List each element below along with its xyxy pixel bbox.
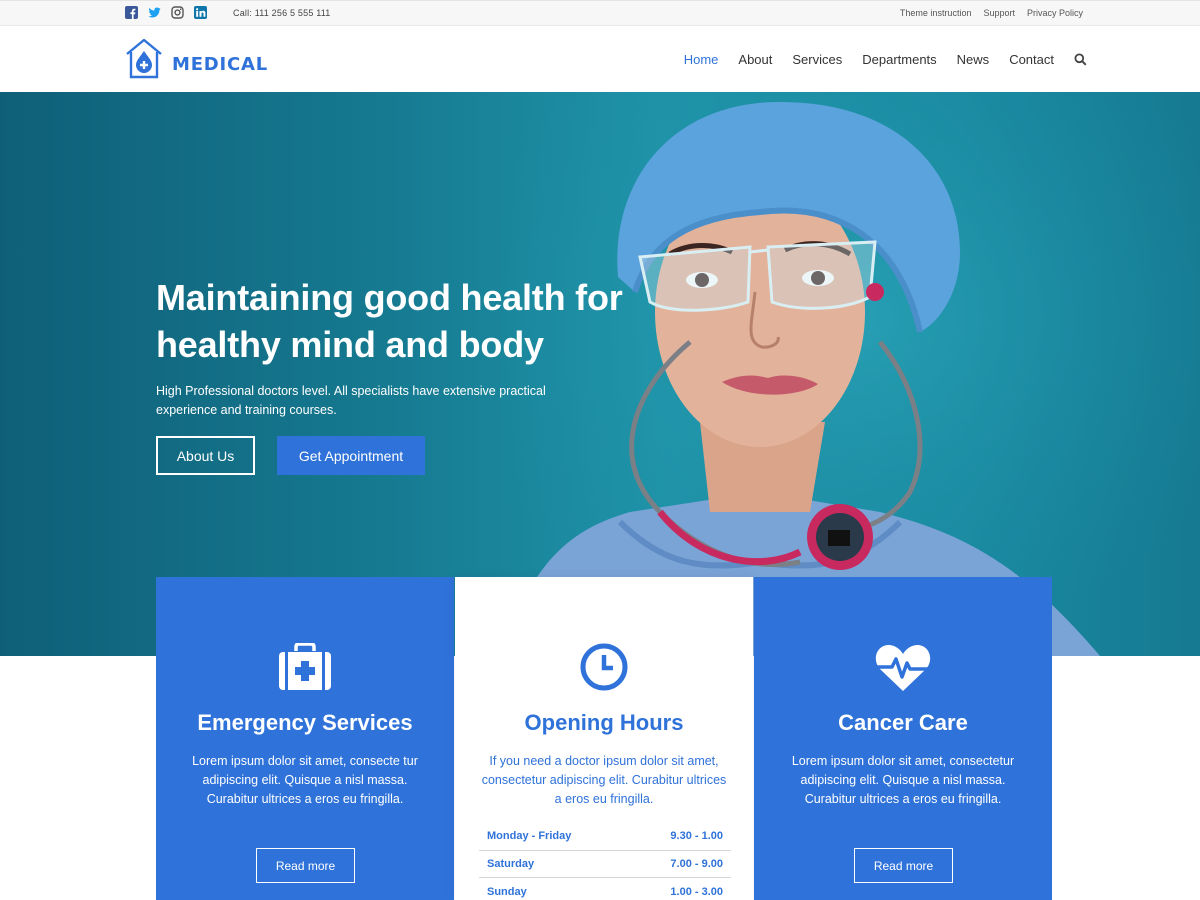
main-nav: Home About Services Departments News Con… bbox=[684, 52, 1087, 67]
doctor-image bbox=[500, 92, 1200, 656]
opening-hours-card: Opening Hours If you need a doctor ipsum… bbox=[455, 577, 753, 900]
medical-house-icon bbox=[126, 38, 162, 79]
hours-day: Sunday bbox=[487, 885, 527, 898]
card-text: If you need a doctor ipsum dolor sit ame… bbox=[481, 754, 727, 806]
search-icon[interactable] bbox=[1074, 53, 1087, 66]
support-link[interactable]: Support bbox=[983, 8, 1015, 18]
twitter-icon[interactable] bbox=[148, 6, 161, 19]
hero-banner: Maintaining good health for healthy mind… bbox=[0, 92, 1200, 656]
hours-time: 1.00 - 3.00 bbox=[670, 885, 723, 898]
nav-home[interactable]: Home bbox=[684, 52, 719, 67]
cancer-care-card: Cancer Care Lorem ipsum dolor sit amet, … bbox=[754, 577, 1052, 900]
about-us-button[interactable]: About Us bbox=[156, 436, 255, 475]
logo-text: MEDICAL bbox=[172, 53, 269, 75]
hours-row: Sunday 1.00 - 3.00 bbox=[479, 878, 731, 900]
first-aid-kit-icon bbox=[279, 643, 331, 690]
site-logo[interactable]: MEDICAL bbox=[124, 37, 268, 79]
read-more-button[interactable]: Read more bbox=[854, 848, 953, 883]
card-title: Emergency Services bbox=[197, 710, 413, 735]
hero-title: Maintaining good health for healthy mind… bbox=[156, 277, 623, 365]
card-text: Lorem ipsum dolor sit amet, consectetur … bbox=[791, 754, 1015, 806]
get-appointment-button[interactable]: Get Appointment bbox=[277, 436, 425, 475]
heartbeat-icon bbox=[875, 645, 931, 691]
nav-contact[interactable]: Contact bbox=[1009, 52, 1054, 67]
card-title: Cancer Care bbox=[838, 710, 968, 735]
nav-departments[interactable]: Departments bbox=[862, 52, 936, 67]
card-title: Opening Hours bbox=[524, 710, 684, 735]
hours-table: Monday - Friday 9.30 - 1.00 Saturday 7.0… bbox=[479, 823, 731, 900]
top-bar: Call: 111 256 5 555 111 Theme instructio… bbox=[0, 0, 1200, 26]
hours-time: 7.00 - 9.00 bbox=[670, 857, 723, 870]
theme-instruction-link[interactable]: Theme instruction bbox=[900, 8, 972, 18]
card-text: Lorem ipsum dolor sit amet, consecte tur… bbox=[192, 754, 418, 806]
hero-subtitle: High Professional doctors level. All spe… bbox=[156, 384, 546, 417]
hours-row: Monday - Friday 9.30 - 1.00 bbox=[479, 823, 731, 851]
privacy-policy-link[interactable]: Privacy Policy bbox=[1027, 8, 1083, 18]
nav-news[interactable]: News bbox=[957, 52, 990, 67]
call-number: Call: 111 256 5 555 111 bbox=[233, 8, 331, 18]
social-links bbox=[125, 6, 207, 19]
facebook-icon[interactable] bbox=[125, 6, 138, 19]
hours-row: Saturday 7.00 - 9.00 bbox=[479, 851, 731, 878]
linkedin-icon[interactable] bbox=[194, 6, 207, 19]
main-header: MEDICAL Home About Services Departments … bbox=[0, 26, 1200, 92]
hours-day: Saturday bbox=[487, 857, 535, 870]
instagram-icon[interactable] bbox=[171, 6, 184, 19]
top-links: Theme instruction Support Privacy Policy bbox=[900, 8, 1083, 18]
emergency-services-card: Emergency Services Lorem ipsum dolor sit… bbox=[156, 577, 454, 900]
clock-icon bbox=[580, 643, 628, 691]
nav-about[interactable]: About bbox=[738, 52, 772, 67]
hours-time: 9.30 - 1.00 bbox=[670, 830, 723, 843]
nav-services[interactable]: Services bbox=[792, 52, 842, 67]
read-more-button[interactable]: Read more bbox=[256, 848, 355, 883]
hours-day: Monday - Friday bbox=[487, 830, 572, 843]
